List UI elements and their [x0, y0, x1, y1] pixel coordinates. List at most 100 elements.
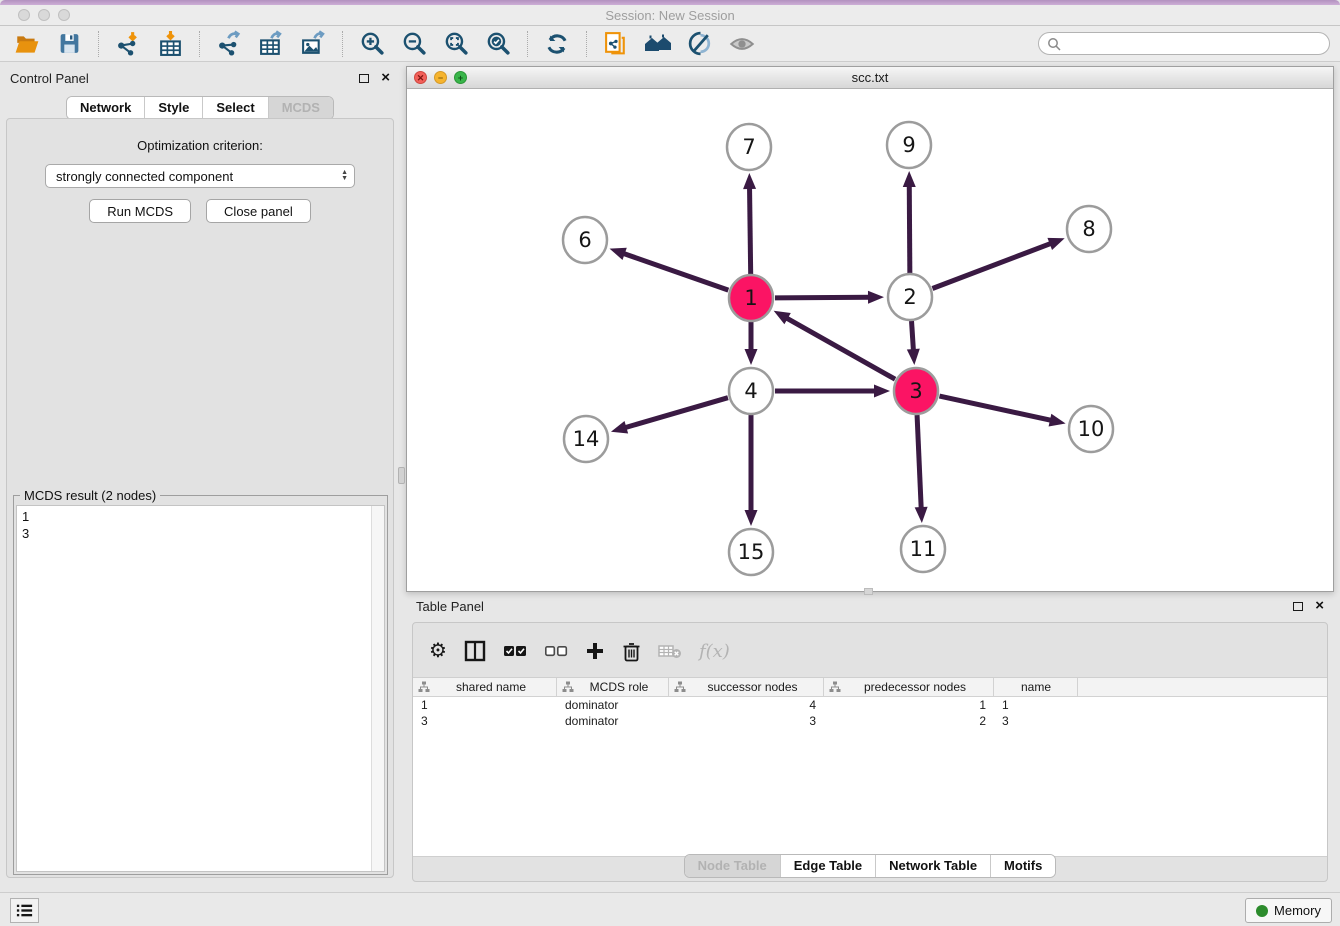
deselect-all-rows-button[interactable] — [544, 644, 568, 658]
graph-edge-2-3[interactable] — [912, 321, 914, 352]
control-panel: Control Panel × Network Style Select MCD… — [0, 66, 400, 884]
toolbar-separator — [342, 31, 343, 57]
tab-node-table[interactable]: Node Table — [685, 855, 780, 877]
open-session-button[interactable] — [11, 29, 43, 59]
clone-network-button[interactable] — [600, 29, 632, 59]
export-image-icon — [300, 30, 327, 57]
tab-edge-table[interactable]: Edge Table — [780, 855, 875, 877]
graph-edge-1-7[interactable] — [750, 186, 751, 274]
criterion-dropdown[interactable]: strongly connected component ▲▼ — [45, 164, 355, 188]
export-table-button[interactable] — [255, 29, 287, 59]
mcds-panel: Optimization criterion: strongly connect… — [6, 118, 394, 878]
hide-panel-button[interactable] — [684, 29, 716, 59]
tab-network-table[interactable]: Network Table — [875, 855, 990, 877]
save-session-button[interactable] — [53, 29, 85, 59]
network-close-icon[interactable]: ✕ — [414, 71, 427, 84]
toolbar-search[interactable] — [1038, 32, 1330, 55]
float-table-panel-icon[interactable] — [1293, 602, 1303, 611]
result-scrollbar[interactable] — [371, 506, 384, 871]
network-canvas[interactable]: 1234678910111415 — [408, 90, 1332, 590]
cell-shared-name: 1 — [413, 698, 557, 712]
import-table-button[interactable] — [154, 29, 186, 59]
select-all-rows-button[interactable] — [503, 644, 527, 658]
delete-table-button[interactable] — [658, 643, 682, 659]
export-image-button[interactable] — [297, 29, 329, 59]
delete-columns-button[interactable] — [622, 641, 641, 662]
tab-select[interactable]: Select — [202, 97, 267, 119]
tab-network[interactable]: Network — [67, 97, 144, 119]
network-view-window: ✕ − + scc.txt 1234678910111415 — [406, 66, 1334, 592]
network-window-titlebar[interactable]: ✕ − + scc.txt — [407, 67, 1333, 89]
mcds-result-text: 1 3 — [17, 506, 371, 871]
table-header-row: shared name MCDS role successor nodes pr… — [413, 678, 1327, 697]
float-panel-icon[interactable] — [359, 74, 369, 83]
import-network-icon — [115, 30, 142, 57]
graph-edge-3-1[interactable] — [785, 317, 895, 379]
toolbar-separator — [199, 31, 200, 57]
unchecked-boxes-icon — [544, 644, 568, 658]
graph-edge-2-9[interactable] — [909, 184, 910, 273]
add-column-button[interactable] — [585, 641, 605, 661]
column-header-name[interactable]: name — [994, 678, 1078, 696]
column-header-predecessor-nodes[interactable]: predecessor nodes — [824, 678, 994, 696]
import-network-button[interactable] — [112, 29, 144, 59]
graph-edge-1-6[interactable] — [622, 253, 729, 290]
criterion-value: strongly connected component — [56, 169, 341, 184]
graph-edge-arrow — [1049, 414, 1066, 427]
network-maximize-icon[interactable]: + — [454, 71, 467, 84]
birds-eye-view-button[interactable] — [726, 29, 758, 59]
close-table-panel-icon[interactable]: × — [1315, 601, 1324, 611]
hierarchy-icon — [674, 681, 686, 693]
close-panel-icon[interactable]: × — [381, 73, 390, 83]
tab-mcds[interactable]: MCDS — [268, 97, 333, 119]
memory-status-icon — [1256, 905, 1268, 917]
dropdown-stepper-icon: ▲▼ — [341, 170, 348, 182]
column-header-mcds-role[interactable]: MCDS role — [557, 678, 669, 696]
split-table-button[interactable] — [464, 640, 486, 662]
status-bar: Memory — [0, 892, 1340, 926]
zoom-selected-button[interactable] — [482, 29, 514, 59]
home-panels-icon — [643, 31, 673, 57]
graph-node-label: 3 — [909, 379, 922, 403]
task-history-button[interactable] — [10, 898, 39, 923]
apply-function-button[interactable]: f(x) — [699, 641, 730, 662]
close-panel-button[interactable]: Close panel — [206, 199, 311, 223]
plus-icon — [585, 641, 605, 661]
refresh-network-button[interactable] — [541, 29, 573, 59]
zoom-out-button[interactable] — [398, 29, 430, 59]
search-input[interactable] — [1066, 37, 1321, 51]
zoom-in-button[interactable] — [356, 29, 388, 59]
memory-button[interactable]: Memory — [1245, 898, 1332, 923]
tab-motifs[interactable]: Motifs — [990, 855, 1055, 877]
toolbar-separator — [586, 31, 587, 57]
graph-edge-arrow — [745, 510, 758, 526]
graph-node-label: 4 — [744, 379, 757, 403]
graph-edge-arrow — [868, 291, 884, 304]
column-header-successor-nodes[interactable]: successor nodes — [669, 678, 824, 696]
table-row[interactable]: 3 dominator 3 2 3 — [413, 713, 1327, 729]
graph-edge-3-11[interactable] — [917, 415, 921, 510]
split-columns-icon — [464, 640, 486, 662]
vertical-split-handle[interactable] — [398, 467, 405, 484]
mcds-result-area[interactable]: 1 3 — [16, 505, 385, 872]
cell-name: 1 — [994, 698, 1078, 712]
table-row[interactable]: 1 dominator 4 1 1 — [413, 697, 1327, 713]
graph-edge-arrow — [874, 385, 890, 398]
trash-icon — [622, 641, 641, 662]
export-network-button[interactable] — [213, 29, 245, 59]
graph-edge-1-2[interactable] — [775, 297, 871, 298]
show-home-panels-button[interactable] — [642, 29, 674, 59]
graph-node-label: 11 — [910, 537, 937, 561]
graph-edge-4-14[interactable] — [623, 398, 728, 428]
node-table[interactable]: shared name MCDS role successor nodes pr… — [413, 677, 1327, 857]
import-table-icon — [157, 30, 184, 57]
graph-edge-2-8[interactable] — [932, 243, 1052, 289]
toolbar-separator — [98, 31, 99, 57]
zoom-fit-button[interactable] — [440, 29, 472, 59]
graph-edge-3-10[interactable] — [939, 396, 1052, 421]
run-mcds-button[interactable]: Run MCDS — [89, 199, 191, 223]
table-settings-button[interactable]: ⚙ — [429, 641, 447, 661]
network-minimize-icon[interactable]: − — [434, 71, 447, 84]
column-header-shared-name[interactable]: shared name — [413, 678, 557, 696]
tab-style[interactable]: Style — [144, 97, 202, 119]
